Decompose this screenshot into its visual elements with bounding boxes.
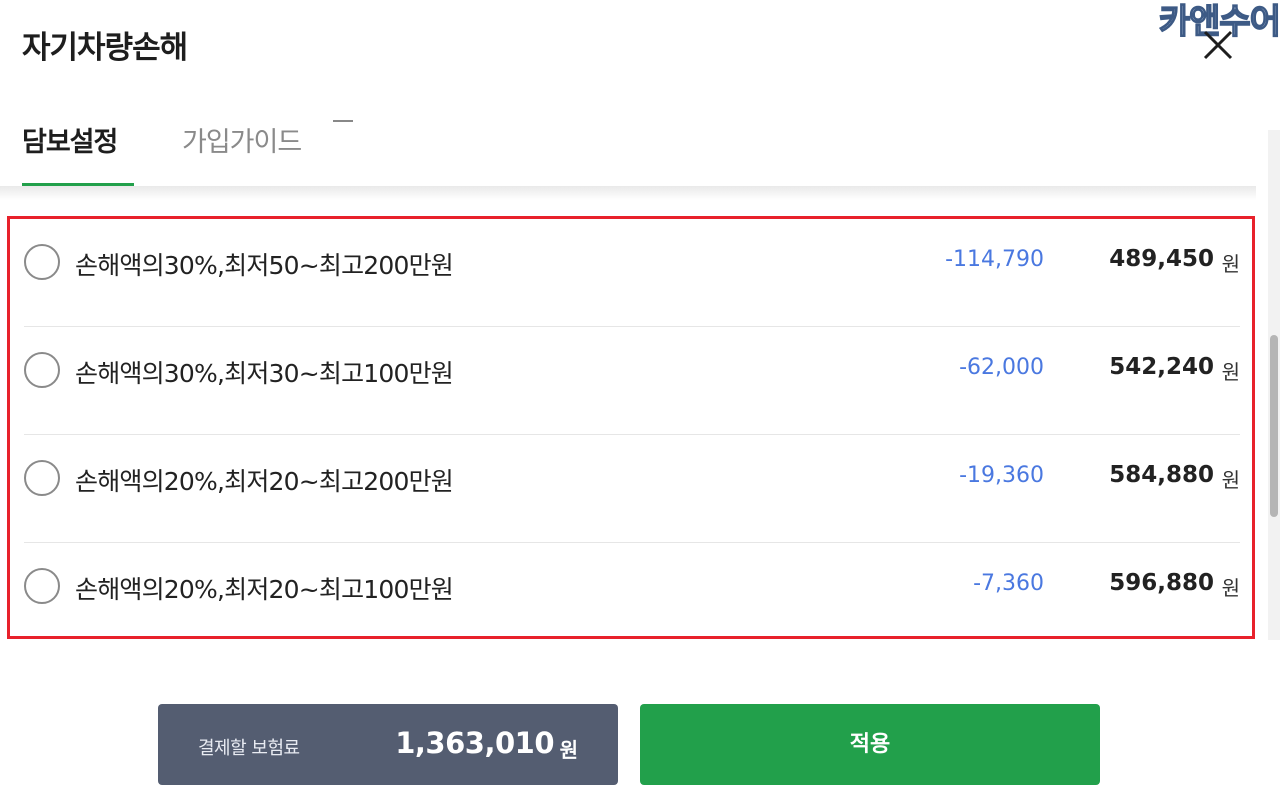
option-row[interactable]: 손해액의20%,최저20~최고200만원 -19,360 584,880 원 (24, 435, 1240, 543)
option-row[interactable]: 손해액의30%,최저30~최고100만원 -62,000 542,240 원 (24, 327, 1240, 435)
close-button[interactable] (1198, 24, 1238, 64)
option-label: 손해액의30%,최저50~최고200만원 (75, 251, 454, 280)
option-discount: -114,790 (945, 247, 1044, 272)
total-premium-unit: 원 (559, 738, 578, 762)
radio-button[interactable] (24, 460, 60, 496)
option-price: 489,450 (1109, 246, 1214, 272)
tab-bar-shadow (0, 186, 1256, 200)
option-discount: -19,360 (959, 463, 1044, 488)
modal-header: 자기차량손해 카앤수어 (0, 0, 1280, 90)
apply-button[interactable]: 적용 (640, 704, 1100, 785)
tab-divider-mark (333, 120, 353, 122)
radio-button[interactable] (24, 244, 60, 280)
radio-button[interactable] (24, 352, 60, 388)
option-row[interactable]: 손해액의20%,최저20~최고100만원 -7,360 596,880 원 (24, 543, 1240, 651)
option-price: 596,880 (1109, 570, 1214, 596)
radio-button[interactable] (24, 568, 60, 604)
scrollbar-thumb[interactable] (1270, 335, 1278, 517)
option-price: 542,240 (1109, 354, 1214, 380)
deductible-option-list: 손해액의30%,최저50~최고200만원 -114,790 489,450 원 … (7, 216, 1255, 639)
total-premium-label: 결제할 보험료 (198, 738, 300, 759)
option-label: 손해액의30%,최저30~최고100만원 (75, 359, 454, 388)
option-unit: 원 (1221, 576, 1240, 600)
option-discount: -7,360 (973, 571, 1044, 596)
option-price: 584,880 (1109, 462, 1214, 488)
close-icon (1203, 30, 1233, 60)
option-unit: 원 (1221, 468, 1240, 492)
option-label: 손해액의20%,최저20~최고200만원 (75, 467, 454, 496)
tab-enrollment-guide[interactable]: 가입가이드 (182, 120, 302, 183)
page-title: 자기차량손해 (22, 30, 188, 66)
option-label: 손해액의20%,최저20~최고100만원 (75, 575, 454, 604)
option-unit: 원 (1221, 360, 1240, 384)
option-discount: -62,000 (959, 355, 1044, 380)
total-premium-box: 결제할 보험료 1,363,010 원 (158, 704, 618, 785)
option-unit: 원 (1221, 252, 1240, 276)
option-row[interactable]: 손해액의30%,최저50~최고200만원 -114,790 489,450 원 (24, 219, 1240, 327)
tab-bar: 담보설정 가입가이드 (0, 100, 1256, 188)
total-premium-value: 1,363,010 (395, 726, 554, 760)
tab-coverage-settings[interactable]: 담보설정 (22, 120, 134, 186)
